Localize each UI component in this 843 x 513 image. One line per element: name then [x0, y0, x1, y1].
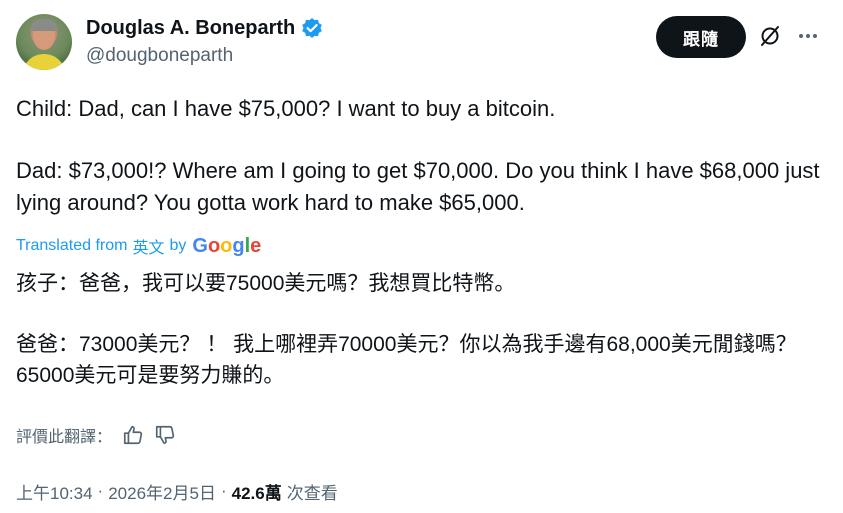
post-time[interactable]: 上午10:34	[16, 479, 93, 504]
translated-by-label: by	[169, 237, 187, 254]
post-date[interactable]: 2026年2月5日	[108, 479, 216, 504]
avatar[interactable]	[16, 14, 72, 70]
translated-text-line-2: 爸爸：73000美元？ ！ 我上哪裡弄70000美元？你以為我手邊有68,000…	[16, 333, 797, 387]
source-language: 英文	[132, 240, 165, 257]
views-count[interactable]: 42.6萬	[232, 479, 282, 504]
tweet-text-line-2: Dad: $73,000!? Where am I going to get $…	[16, 158, 820, 215]
avatar-shirt	[22, 54, 66, 70]
views-label: 次查看	[286, 483, 338, 503]
tweet-text-line-1: Child: Dad, can I have $75,000? I want t…	[16, 96, 556, 121]
follow-button[interactable]: 跟隨	[656, 16, 746, 58]
author-name-row: Douglas A. Boneparth	[86, 15, 323, 41]
rate-translation-label: 評價此翻譯：	[16, 429, 113, 446]
tweet-meta-row: 上午10:34 · 2026年2月5日 · 42.6萬 次查看	[16, 478, 338, 504]
translated-from-label: Translated from	[16, 237, 128, 254]
avatar-hair	[31, 19, 57, 31]
translated-text: 孩子：爸爸，我可以要75000美元嗎？我想買比特幣。 爸爸：73000美元？ ！…	[16, 268, 826, 391]
more-icon[interactable]	[796, 24, 820, 48]
translation-notice[interactable]: Translated from 英文 by Google	[16, 234, 261, 258]
grok-icon[interactable]	[758, 24, 782, 48]
tweet-text: Child: Dad, can I have $75,000? I want t…	[16, 93, 826, 219]
thumbs-up-icon[interactable]	[122, 424, 144, 446]
thumbs-down-icon[interactable]	[154, 424, 176, 446]
meta-separator: ·	[97, 481, 104, 500]
tweet-card: Douglas A. Boneparth @dougboneparth 跟隨 C…	[0, 0, 843, 513]
meta-separator: ·	[220, 481, 227, 500]
rate-translation-row: 評價此翻譯：	[16, 421, 176, 449]
translated-text-line-1: 孩子：爸爸，我可以要75000美元嗎？我想買比特幣。	[16, 272, 516, 295]
author-display-name[interactable]: Douglas A. Boneparth	[86, 17, 295, 40]
google-logo: Google	[192, 234, 262, 257]
author-handle[interactable]: @dougboneparth	[86, 45, 233, 67]
verified-badge-icon	[302, 18, 323, 38]
